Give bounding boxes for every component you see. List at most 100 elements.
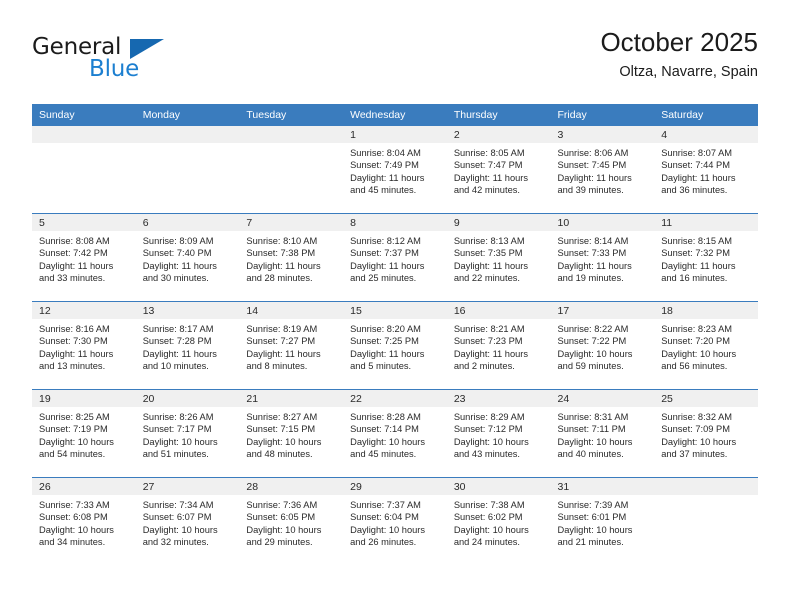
sunset-text: Sunset: 7:12 PM bbox=[453, 424, 523, 435]
calendar-day-cell[interactable]: 4 Sunrise: 8:07 AM Sunset: 7:44 PM Dayli… bbox=[654, 126, 758, 214]
calendar-day-cell[interactable]: 27 Sunrise: 7:34 AM Sunset: 6:07 PM Dayl… bbox=[135, 477, 240, 565]
calendar-day-cell[interactable]: 14 Sunrise: 8:19 AM Sunset: 7:27 PM Dayl… bbox=[239, 301, 344, 390]
sunset-text: Sunset: 7:47 PM bbox=[453, 160, 523, 171]
calendar-day-cell[interactable]: 30 Sunrise: 7:38 AM Sunset: 6:02 PM Dayl… bbox=[446, 477, 551, 565]
page-header: General Blue October 2025 Oltza, Navarre… bbox=[32, 27, 758, 98]
calendar-day-cell[interactable]: 13 Sunrise: 8:17 AM Sunset: 7:28 PM Dayl… bbox=[135, 301, 240, 390]
daylight-text-line2: and 39 minutes. bbox=[557, 185, 624, 196]
calendar-day-cell[interactable] bbox=[32, 126, 136, 214]
daylight-text-line1: Daylight: 10 hours bbox=[39, 436, 114, 447]
daylight-text-line1: Daylight: 11 hours bbox=[453, 172, 529, 183]
day-number: 19 bbox=[32, 390, 136, 407]
sunrise-text: Sunrise: 7:37 AM bbox=[350, 500, 421, 510]
daylight-text-line2: and 40 minutes. bbox=[557, 449, 624, 460]
sunset-text: Sunset: 7:32 PM bbox=[661, 248, 730, 259]
daylight-text-line2: and 30 minutes. bbox=[142, 273, 209, 284]
calendar-day-cell[interactable]: 15 Sunrise: 8:20 AM Sunset: 7:25 PM Dayl… bbox=[343, 301, 447, 390]
calendar-day-cell[interactable]: 7 Sunrise: 8:10 AM Sunset: 7:38 PM Dayli… bbox=[239, 213, 344, 302]
sunrise-text: Sunrise: 8:07 AM bbox=[661, 148, 733, 158]
sunrise-text: Sunrise: 8:16 AM bbox=[39, 324, 110, 334]
daylight-text-line2: and 45 minutes. bbox=[350, 185, 417, 196]
sunrise-text: Sunrise: 8:31 AM bbox=[557, 412, 629, 422]
sunset-text: Sunset: 7:22 PM bbox=[557, 336, 627, 347]
daylight-text-line2: and 13 minutes. bbox=[39, 361, 106, 372]
daylight-text-line2: and 48 minutes. bbox=[246, 449, 313, 460]
calendar-day-cell[interactable] bbox=[135, 126, 240, 214]
day-number: 5 bbox=[32, 214, 136, 231]
calendar-week-row: 12 Sunrise: 8:16 AM Sunset: 7:30 PM Dayl… bbox=[32, 301, 758, 390]
daylight-text-line1: Daylight: 10 hours bbox=[453, 524, 529, 535]
calendar-day-cell[interactable]: 28 Sunrise: 7:36 AM Sunset: 6:05 PM Dayl… bbox=[239, 477, 344, 565]
calendar-day-cell[interactable]: 21 Sunrise: 8:27 AM Sunset: 7:15 PM Dayl… bbox=[239, 389, 344, 478]
sunset-text: Sunset: 7:44 PM bbox=[661, 160, 730, 171]
sunset-text: Sunset: 7:49 PM bbox=[350, 160, 419, 171]
daylight-text-line1: Daylight: 11 hours bbox=[39, 348, 114, 359]
daylight-text-line2: and 51 minutes. bbox=[142, 449, 209, 460]
calendar-day-cell[interactable]: 10 Sunrise: 8:14 AM Sunset: 7:33 PM Dayl… bbox=[550, 213, 655, 302]
daylight-text-line1: Daylight: 10 hours bbox=[557, 436, 633, 447]
calendar-day-cell[interactable]: 1 Sunrise: 8:04 AM Sunset: 7:49 PM Dayli… bbox=[343, 126, 447, 214]
calendar-day-cell[interactable]: 24 Sunrise: 8:31 AM Sunset: 7:11 PM Dayl… bbox=[550, 389, 655, 478]
calendar-day-cell[interactable]: 8 Sunrise: 8:12 AM Sunset: 7:37 PM Dayli… bbox=[343, 213, 447, 302]
daylight-text-line1: Daylight: 11 hours bbox=[350, 348, 425, 359]
calendar-day-cell[interactable]: 11 Sunrise: 8:15 AM Sunset: 7:32 PM Dayl… bbox=[654, 213, 758, 302]
calendar-day-cell[interactable]: 23 Sunrise: 8:29 AM Sunset: 7:12 PM Dayl… bbox=[446, 389, 551, 478]
calendar-day-cell[interactable]: 3 Sunrise: 8:06 AM Sunset: 7:45 PM Dayli… bbox=[550, 126, 655, 214]
calendar-week-row: 26 Sunrise: 7:33 AM Sunset: 6:08 PM Dayl… bbox=[32, 477, 758, 565]
day-number: 22 bbox=[343, 390, 447, 407]
calendar-day-cell[interactable]: 31 Sunrise: 7:39 AM Sunset: 6:01 PM Dayl… bbox=[550, 477, 655, 565]
daylight-text-line1: Daylight: 10 hours bbox=[661, 348, 737, 359]
sunset-text: Sunset: 6:05 PM bbox=[246, 512, 316, 523]
day-number: 17 bbox=[550, 302, 655, 319]
calendar-day-cell[interactable] bbox=[239, 126, 344, 214]
calendar-day-cell[interactable]: 12 Sunrise: 8:16 AM Sunset: 7:30 PM Dayl… bbox=[32, 301, 136, 390]
daylight-text-line1: Daylight: 10 hours bbox=[142, 436, 218, 447]
calendar-day-cell[interactable]: 9 Sunrise: 8:13 AM Sunset: 7:35 PM Dayli… bbox=[446, 213, 551, 302]
calendar-day-cell[interactable]: 29 Sunrise: 7:37 AM Sunset: 6:04 PM Dayl… bbox=[343, 477, 447, 565]
sunset-text: Sunset: 7:42 PM bbox=[39, 248, 108, 259]
day-number: 7 bbox=[239, 214, 344, 231]
calendar-day-cell[interactable] bbox=[654, 477, 758, 565]
sunset-text: Sunset: 7:09 PM bbox=[661, 424, 730, 435]
calendar-day-cell[interactable]: 19 Sunrise: 8:25 AM Sunset: 7:19 PM Dayl… bbox=[32, 389, 136, 478]
calendar-day-cell[interactable]: 26 Sunrise: 7:33 AM Sunset: 6:08 PM Dayl… bbox=[32, 477, 136, 565]
calendar-page: General Blue October 2025 Oltza, Navarre… bbox=[0, 0, 792, 612]
calendar-day-cell[interactable]: 22 Sunrise: 8:28 AM Sunset: 7:14 PM Dayl… bbox=[343, 389, 447, 478]
daylight-text-line1: Daylight: 10 hours bbox=[246, 436, 322, 447]
day-number bbox=[32, 126, 136, 143]
daylight-text-line2: and 2 minutes. bbox=[453, 361, 515, 372]
sunset-text: Sunset: 7:45 PM bbox=[557, 160, 627, 171]
daylight-text-line1: Daylight: 11 hours bbox=[661, 172, 736, 183]
day-number: 11 bbox=[654, 214, 758, 231]
calendar-day-cell[interactable]: 25 Sunrise: 8:32 AM Sunset: 7:09 PM Dayl… bbox=[654, 389, 758, 478]
day-number: 28 bbox=[239, 478, 344, 495]
day-number: 3 bbox=[550, 126, 655, 143]
sunrise-text: Sunrise: 8:27 AM bbox=[246, 412, 318, 422]
brand-logo[interactable]: General Blue bbox=[32, 34, 232, 92]
calendar-day-cell[interactable]: 6 Sunrise: 8:09 AM Sunset: 7:40 PM Dayli… bbox=[135, 213, 240, 302]
sunset-text: Sunset: 7:27 PM bbox=[246, 336, 316, 347]
calendar-day-cell[interactable]: 5 Sunrise: 8:08 AM Sunset: 7:42 PM Dayli… bbox=[32, 213, 136, 302]
day-number: 31 bbox=[550, 478, 655, 495]
daylight-text-line2: and 5 minutes. bbox=[350, 361, 412, 372]
calendar-day-cell[interactable]: 17 Sunrise: 8:22 AM Sunset: 7:22 PM Dayl… bbox=[550, 301, 655, 390]
daylight-text-line1: Daylight: 11 hours bbox=[142, 260, 217, 271]
calendar-day-cell[interactable]: 18 Sunrise: 8:23 AM Sunset: 7:20 PM Dayl… bbox=[654, 301, 758, 390]
daylight-text-line2: and 28 minutes. bbox=[246, 273, 313, 284]
calendar-header-row: Sunday Monday Tuesday Wednesday Thursday… bbox=[32, 104, 758, 126]
sunset-text: Sunset: 7:30 PM bbox=[39, 336, 108, 347]
calendar-day-cell[interactable]: 16 Sunrise: 8:21 AM Sunset: 7:23 PM Dayl… bbox=[446, 301, 551, 390]
sunset-text: Sunset: 7:19 PM bbox=[39, 424, 108, 435]
calendar-week-row: 5 Sunrise: 8:08 AM Sunset: 7:42 PM Dayli… bbox=[32, 213, 758, 302]
calendar-day-cell[interactable]: 20 Sunrise: 8:26 AM Sunset: 7:17 PM Dayl… bbox=[135, 389, 240, 478]
day-number: 21 bbox=[239, 390, 344, 407]
weekday-header-wednesday: Wednesday bbox=[343, 104, 447, 126]
sunset-text: Sunset: 7:33 PM bbox=[557, 248, 627, 259]
weekday-header-saturday: Saturday bbox=[654, 104, 758, 126]
weekday-header-thursday: Thursday bbox=[446, 104, 551, 126]
sunrise-text: Sunrise: 8:15 AM bbox=[661, 236, 733, 246]
daylight-text-line1: Daylight: 11 hours bbox=[557, 260, 632, 271]
sunset-text: Sunset: 7:25 PM bbox=[350, 336, 419, 347]
sunrise-text: Sunrise: 7:39 AM bbox=[557, 500, 629, 510]
calendar-day-cell[interactable]: 2 Sunrise: 8:05 AM Sunset: 7:47 PM Dayli… bbox=[446, 126, 551, 214]
